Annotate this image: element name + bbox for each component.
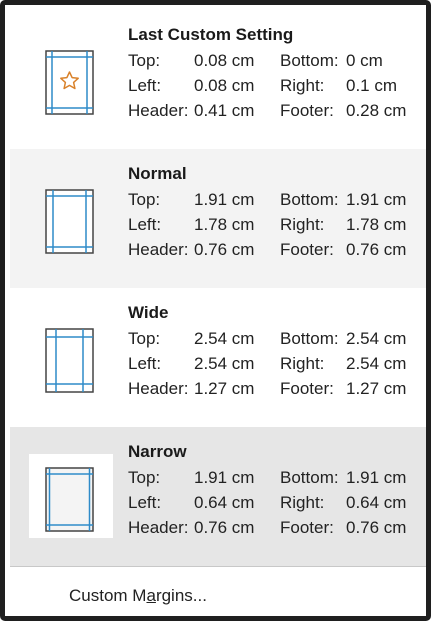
margin-option-normal[interactable]: Normal Top: 1.91 cm Bottom: 1.91 cm Left… bbox=[10, 149, 426, 288]
top-label: Top: bbox=[128, 468, 161, 487]
footer-value: 0.76 cm bbox=[346, 240, 407, 259]
bottom-label: Bottom: bbox=[280, 468, 339, 487]
bottom-label: Bottom: bbox=[280, 190, 339, 209]
right-value: 2.54 cm bbox=[346, 354, 407, 373]
header-label: Header: bbox=[128, 240, 189, 259]
top-value: 1.91 cm bbox=[194, 468, 255, 487]
left-label: Left: bbox=[128, 215, 162, 234]
margin-option-last-custom[interactable]: Last Custom Setting Top: 0.08 cm Bottom:… bbox=[10, 10, 426, 149]
top-label: Top: bbox=[128, 190, 161, 209]
page-margins-thumbnail bbox=[29, 37, 113, 121]
option-title: Narrow bbox=[128, 442, 187, 461]
right-value: 0.1 cm bbox=[346, 76, 398, 95]
left-value: 0.64 cm bbox=[194, 493, 255, 512]
right-label: Right: bbox=[280, 76, 325, 95]
custom-margins-menu-item[interactable]: Custom Margins... bbox=[10, 567, 426, 616]
option-title: Last Custom Setting bbox=[128, 25, 294, 44]
header-label: Header: bbox=[128, 518, 189, 537]
left-label: Left: bbox=[128, 76, 162, 95]
right-label: Right: bbox=[280, 493, 325, 512]
left-value: 1.78 cm bbox=[194, 215, 255, 234]
star-icon bbox=[60, 71, 79, 90]
bottom-value: 2.54 cm bbox=[346, 329, 407, 348]
left-label: Left: bbox=[128, 354, 162, 373]
footer-label: Footer: bbox=[280, 518, 334, 537]
footer-label: Footer: bbox=[280, 101, 334, 120]
footer-label: Footer: bbox=[280, 240, 334, 259]
footer-value: 0.28 cm bbox=[346, 101, 407, 120]
top-value: 1.91 cm bbox=[194, 190, 255, 209]
header-value: 0.41 cm bbox=[194, 101, 255, 120]
bottom-value: 0 cm bbox=[346, 51, 383, 70]
top-label: Top: bbox=[128, 329, 161, 348]
bottom-value: 1.91 cm bbox=[346, 468, 407, 487]
option-title: Normal bbox=[128, 164, 187, 183]
left-value: 2.54 cm bbox=[194, 354, 255, 373]
page-margins-thumbnail bbox=[29, 454, 113, 538]
header-label: Header: bbox=[128, 101, 189, 120]
margin-option-wide[interactable]: Wide Top: 2.54 cm Bottom: 2.54 cm Left: … bbox=[10, 288, 426, 427]
header-label: Header: bbox=[128, 379, 189, 398]
page-margins-thumbnail bbox=[29, 176, 113, 260]
top-label: Top: bbox=[128, 51, 161, 70]
margins-dropdown: Last Custom Setting Top: 0.08 cm Bottom:… bbox=[0, 0, 431, 621]
right-label: Right: bbox=[280, 354, 325, 373]
left-label: Left: bbox=[128, 493, 162, 512]
left-value: 0.08 cm bbox=[194, 76, 255, 95]
header-value: 0.76 cm bbox=[194, 518, 255, 537]
custom-margins-label: Custom Margins... bbox=[69, 586, 207, 605]
mnemonic-underline: a bbox=[146, 586, 156, 605]
option-title: Wide bbox=[128, 303, 169, 322]
right-value: 0.64 cm bbox=[346, 493, 407, 512]
top-value: 2.54 cm bbox=[194, 329, 255, 348]
header-value: 0.76 cm bbox=[194, 240, 255, 259]
top-value: 0.08 cm bbox=[194, 51, 255, 70]
page-margins-thumbnail bbox=[29, 315, 113, 399]
bottom-label: Bottom: bbox=[280, 329, 339, 348]
bottom-label: Bottom: bbox=[280, 51, 339, 70]
header-value: 1.27 cm bbox=[194, 379, 255, 398]
bottom-value: 1.91 cm bbox=[346, 190, 407, 209]
footer-value: 0.76 cm bbox=[346, 518, 407, 537]
footer-label: Footer: bbox=[280, 379, 334, 398]
right-label: Right: bbox=[280, 215, 325, 234]
footer-value: 1.27 cm bbox=[346, 379, 407, 398]
right-value: 1.78 cm bbox=[346, 215, 407, 234]
margin-option-narrow[interactable]: Narrow Top: 1.91 cm Bottom: 1.91 cm Left… bbox=[10, 427, 426, 566]
